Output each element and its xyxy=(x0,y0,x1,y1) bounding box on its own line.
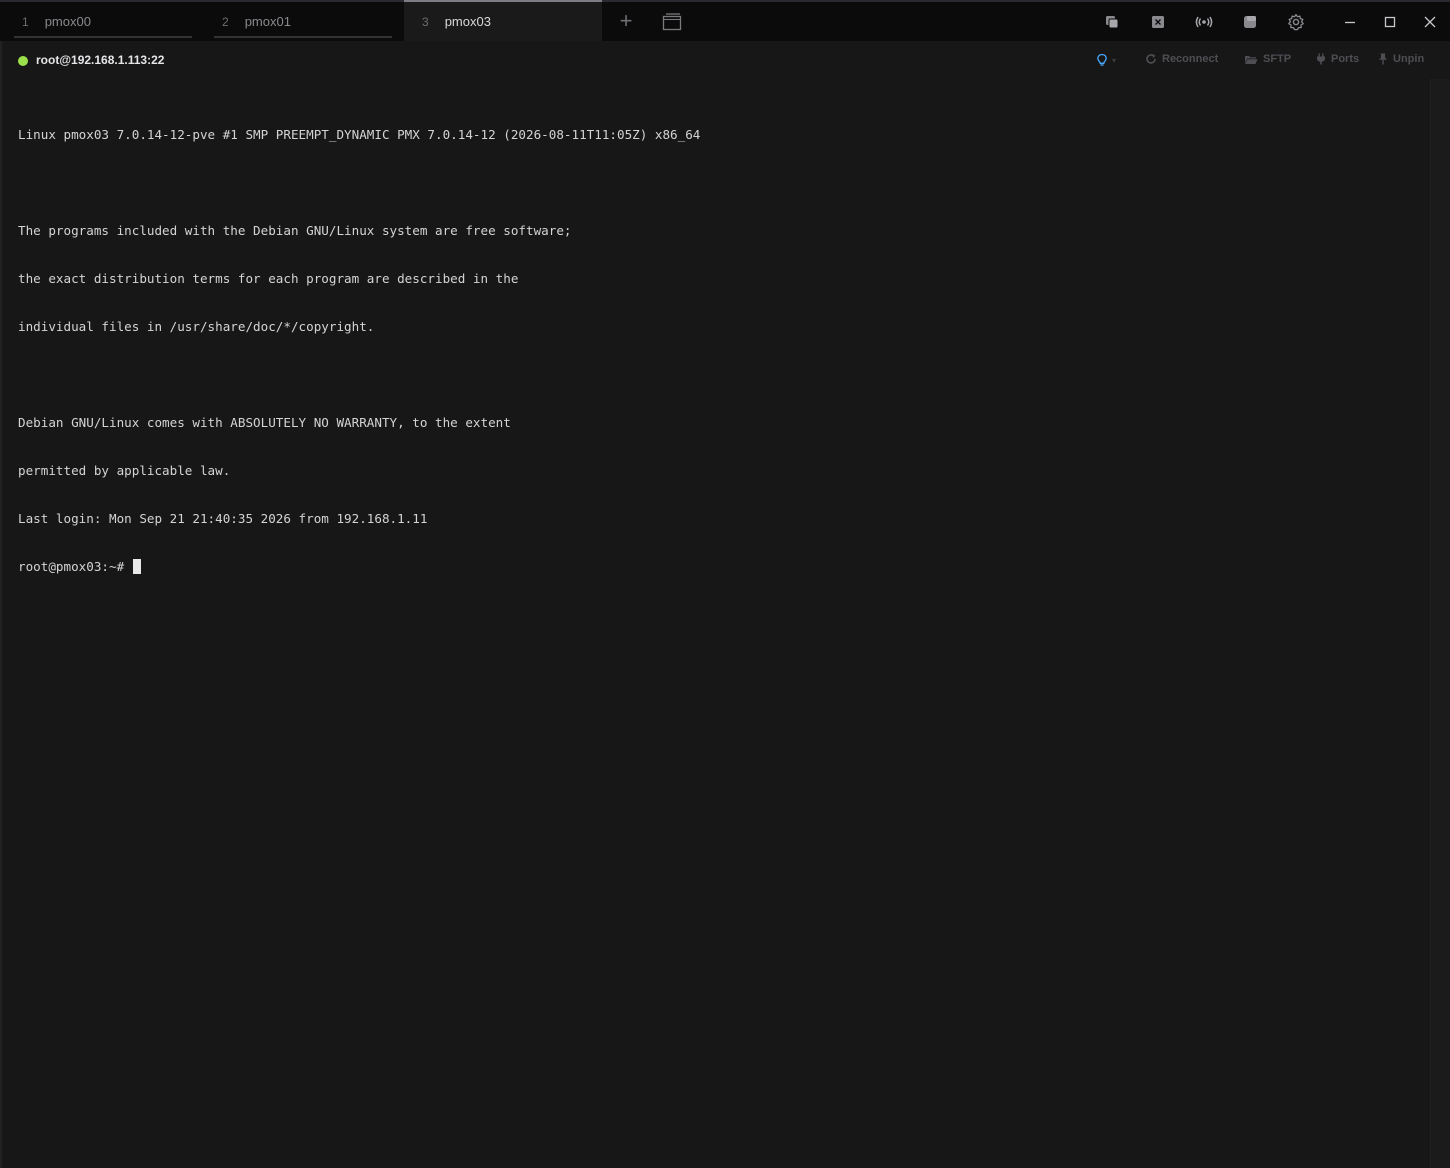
shell-prompt: root@pmox03:~# xyxy=(18,559,132,574)
duplicate-icon[interactable] xyxy=(1102,12,1122,32)
window-left-border xyxy=(0,41,2,1168)
terminal-cursor xyxy=(132,559,141,574)
chevron-down-icon: ▾ xyxy=(1112,55,1117,65)
terminal-viewport[interactable]: Linux pmox03 7.0.14-12-pve #1 SMP PREEMP… xyxy=(0,79,1430,1168)
terminal-scrollbar[interactable] xyxy=(1430,79,1450,1168)
tab-label: pmox01 xyxy=(244,14,291,29)
session-header: root@192.168.1.113:22 ▾ Reconnect SFTP P… xyxy=(0,41,1450,79)
terminal-line: permitted by applicable law. xyxy=(18,463,231,478)
close-all-icon[interactable] xyxy=(1148,12,1168,32)
tab-overview-icon[interactable] xyxy=(661,12,683,32)
app-window: 1 pmox00 2 pmox01 3 pmox03 + root@192.16… xyxy=(0,0,1450,1168)
connection-status-indicator xyxy=(18,56,28,66)
terminal-line: The programs included with the Debian GN… xyxy=(18,223,572,238)
sftp-button[interactable]: SFTP xyxy=(1244,53,1291,65)
lightbulb-icon xyxy=(1097,53,1107,66)
tab-pmox03[interactable]: 3 pmox03 xyxy=(404,0,602,41)
maximize-icon[interactable] xyxy=(1380,12,1400,32)
terminal-output: Linux pmox03 7.0.14-12-pve #1 SMP PREEMP… xyxy=(18,95,700,607)
tab-pmox01[interactable]: 2 pmox01 xyxy=(214,2,392,41)
ports-button[interactable]: Ports xyxy=(1316,53,1359,65)
new-tab-button[interactable]: + xyxy=(614,10,638,34)
gear-icon[interactable] xyxy=(1286,12,1306,32)
sftp-label: SFTP xyxy=(1263,53,1292,65)
ports-label: Ports xyxy=(1331,53,1360,65)
tab-pmox00[interactable]: 1 pmox00 xyxy=(14,2,192,41)
reconnect-icon xyxy=(1146,54,1156,64)
terminal-line: Last login: Mon Sep 21 21:40:35 2026 fro… xyxy=(18,511,428,526)
terminal-line: the exact distribution terms for each pr… xyxy=(18,271,519,286)
reconnect-label: Reconnect xyxy=(1162,53,1219,65)
tab-bar: 1 pmox00 2 pmox01 3 pmox03 + xyxy=(0,0,1450,41)
plug-icon xyxy=(1317,53,1325,65)
window-icon[interactable] xyxy=(1240,12,1260,32)
minimize-icon[interactable] xyxy=(1340,12,1360,32)
terminal-line: Linux pmox03 7.0.14-12-pve #1 SMP PREEMP… xyxy=(18,127,701,142)
reconnect-button[interactable]: Reconnect xyxy=(1145,53,1218,65)
unpin-label: Unpin xyxy=(1393,53,1425,65)
session-host-label: root@192.168.1.113:22 xyxy=(36,53,165,67)
unpin-button[interactable]: Unpin xyxy=(1378,53,1424,65)
folder-icon xyxy=(1245,55,1258,64)
suggestions-toggle[interactable]: ▾ xyxy=(1096,53,1116,67)
terminal-line: Debian GNU/Linux comes with ABSOLUTELY N… xyxy=(18,415,511,430)
tab-number: 3 xyxy=(422,14,429,29)
broadcast-icon[interactable] xyxy=(1194,12,1214,32)
close-icon[interactable] xyxy=(1420,12,1440,32)
tab-number: 1 xyxy=(22,14,29,29)
terminal-line: individual files in /usr/share/doc/*/cop… xyxy=(18,319,375,334)
pin-icon xyxy=(1379,53,1387,65)
tab-number: 2 xyxy=(222,14,229,29)
tab-label: pmox00 xyxy=(44,14,91,29)
terminal-prompt-line[interactable]: root@pmox03:~# xyxy=(18,559,700,575)
tab-label: pmox03 xyxy=(444,14,491,29)
